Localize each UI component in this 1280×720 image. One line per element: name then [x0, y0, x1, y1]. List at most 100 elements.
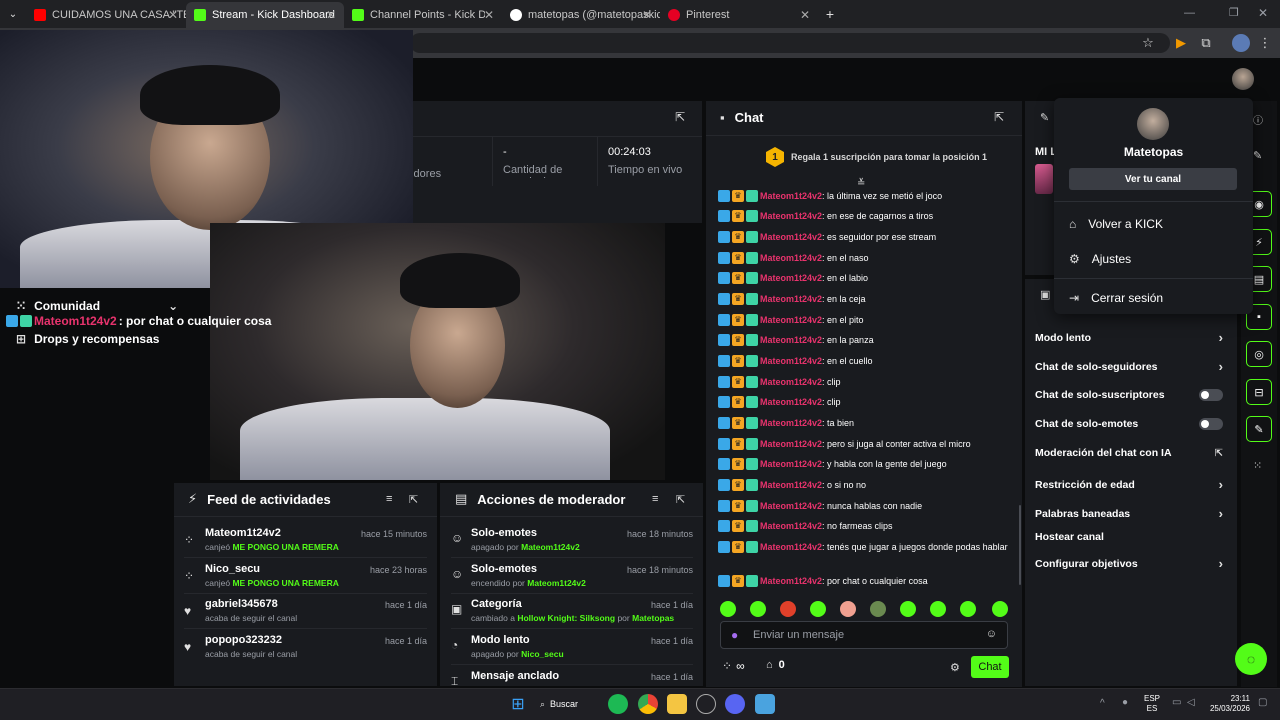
chat-setting-row[interactable]: Chat de solo-emotes [1035, 418, 1223, 430]
chat-message[interactable]: ♛ Mateom1t24v2: clip [718, 376, 1008, 388]
stream-preview[interactable] [210, 223, 665, 480]
menu-item-logout[interactable]: ⇥ Cerrar sesión [1069, 291, 1163, 305]
maximize-button[interactable]: ❐ [1229, 6, 1239, 19]
extensions-icon[interactable]: ⧉ [1197, 34, 1215, 52]
mod-action-extra[interactable]: Matetopas [632, 613, 674, 623]
browser-tab[interactable]: Channel Points - Kick Dashboar ✕ [344, 4, 502, 26]
gear-icon[interactable]: ⚙ [950, 661, 960, 674]
emoji-icon[interactable]: ☺ [986, 628, 997, 640]
steam-icon[interactable] [696, 694, 716, 714]
popout-icon[interactable]: ⇱ [675, 110, 685, 124]
chat-username[interactable]: Mateom1t24v2 [760, 211, 822, 221]
filter-icon[interactable]: ≡ [652, 493, 658, 505]
channel-points[interactable]: ⌂ 0 [766, 659, 785, 671]
discord-icon[interactable] [725, 694, 745, 714]
chat-username[interactable]: Mateom1t24v2 [760, 356, 822, 366]
chat-username[interactable]: Mateom1t24v2 [760, 439, 822, 449]
chat-message[interactable]: ♛ Mateom1t24v2: en el cuello [718, 355, 1008, 367]
chat-username[interactable]: Mateom1t24v2 [760, 542, 822, 552]
chat-message[interactable]: ♛ Mateom1t24v2: la última vez se metió el… [718, 190, 1008, 202]
popout-icon[interactable]: ⇱ [676, 493, 685, 506]
chat-setting-row[interactable]: Configurar objetivos › [1035, 556, 1223, 571]
chat-username[interactable]: Mateom1t24v2 [760, 397, 822, 407]
chat-setting-row[interactable]: Chat de solo-suscriptores [1035, 389, 1223, 401]
send-chat-button[interactable]: Chat [971, 656, 1009, 678]
gift-sub-prompt[interactable]: Regala 1 suscripción para tomar la posic… [791, 152, 987, 162]
chat-message[interactable]: ♛ Mateom1t24v2: tenés que jugar a juegos … [718, 541, 1008, 553]
community-tool-icon[interactable]: ⁙ [1253, 459, 1262, 472]
chat-username[interactable]: Mateom1t24v2 [760, 480, 822, 490]
close-icon[interactable]: ✕ [800, 8, 810, 22]
emote-6-icon[interactable] [870, 601, 886, 617]
chat-setting-row[interactable]: Palabras baneadas › [1035, 506, 1223, 521]
community-toggle[interactable]: ⁙ Comunidad ⌄ [16, 299, 178, 313]
url-input[interactable] [410, 33, 1170, 53]
new-tab-button[interactable]: + [822, 6, 838, 22]
browser-menu-icon[interactable]: ⋮ [1256, 34, 1274, 52]
edit-icon[interactable]: ✎ [1253, 149, 1262, 162]
chat-message[interactable]: ♛ Mateom1t24v2: en ese de cagarnos a tiro… [718, 210, 1008, 222]
emote-5-icon[interactable] [840, 601, 856, 617]
chat-setting-row[interactable]: Modo lento › [1035, 330, 1223, 345]
browser-profile-avatar[interactable] [1232, 34, 1250, 52]
chat-message[interactable]: ♛ Mateom1t24v2: y habla con la gente del … [718, 458, 1008, 470]
menu-item-back-to-kick[interactable]: ⌂ Volver a KICK [1069, 217, 1163, 231]
taskbar-search[interactable]: ⌕ Buscar [540, 694, 596, 714]
broadcast-tool-button[interactable]: ◎ [1246, 341, 1272, 367]
pinned-collapse-icon[interactable]: ≚ [857, 178, 865, 189]
tab-search-icon[interactable]: ⌄ [6, 7, 20, 21]
chat-message[interactable]: ♛ Mateom1t24v2: es seguidor por ese strea… [718, 231, 1008, 243]
chat-message[interactable]: ♛ Mateom1t24v2: en la ceja [718, 293, 1008, 305]
extension-play-icon[interactable]: ▶ [1172, 34, 1190, 52]
chat-username[interactable]: Mateom1t24v2 [760, 418, 822, 428]
emote-8-icon[interactable] [930, 601, 946, 617]
spotify-icon[interactable] [608, 694, 628, 714]
close-icon[interactable]: ✕ [642, 8, 652, 22]
browser-tab[interactable]: matetopas (@matetopaskick) | ✕ [502, 4, 660, 26]
chat-username[interactable]: Mateom1t24v2 [760, 377, 822, 387]
language-indicator[interactable]: ESP ES [1144, 694, 1160, 714]
window-close-button[interactable]: ✕ [1258, 6, 1268, 20]
chat-setting-row[interactable]: Restricción de edad › [1035, 477, 1223, 492]
toggle-switch[interactable] [1199, 418, 1223, 430]
browser-tab[interactable]: Pinterest ✕ [660, 4, 818, 26]
app-window-icon[interactable] [755, 694, 775, 714]
windows-start-icon[interactable]: ⊞ [508, 694, 528, 714]
chat-username[interactable]: Mateom1t24v2 [760, 576, 822, 586]
browser-tab[interactable]: CUIDAMOS UNA CASA "TERMI ✕ [26, 4, 186, 26]
browser-tab-active[interactable]: Stream - Kick Dashboard ✕ [186, 2, 344, 28]
chat-message[interactable]: ♛ Mateom1t24v2: o si no no [718, 479, 1008, 491]
microphone-icon[interactable]: ● [731, 628, 738, 642]
minimize-button[interactable]: — [1184, 7, 1195, 19]
close-icon[interactable]: ✕ [168, 8, 178, 22]
chat-username[interactable]: Mateom1t24v2 [760, 315, 822, 325]
chat-username[interactable]: Mateom1t24v2 [760, 459, 822, 469]
file-explorer-icon[interactable] [667, 694, 687, 714]
toggle-switch[interactable] [1199, 389, 1223, 401]
close-icon[interactable]: ✕ [484, 8, 494, 22]
chat-scrollbar[interactable] [1019, 505, 1021, 585]
chat-message[interactable]: ♛ Mateom1t24v2: nunca hablas con nadie [718, 500, 1008, 512]
emote-9-icon[interactable] [960, 601, 976, 617]
chat-message[interactable]: ♛ Mateom1t24v2: por chat o cualquier cosa [718, 575, 1008, 587]
chat-input[interactable]: ● Enviar un mensaje ☺ [720, 621, 1008, 649]
emote-7-icon[interactable] [900, 601, 916, 617]
chat-username[interactable]: Mateom1t24v2 [760, 335, 822, 345]
chat-username[interactable]: Mateom1t24v2 [760, 253, 822, 263]
mod-action-highlight[interactable]: Mateom1t24v2 [527, 578, 586, 588]
emote-2-icon[interactable] [750, 601, 766, 617]
chat-message[interactable]: ♛ Mateom1t24v2: clip [718, 396, 1008, 408]
view-channel-button[interactable]: Ver tu canal [1069, 168, 1237, 190]
emote-3-icon[interactable] [780, 601, 796, 617]
close-icon[interactable]: ✕ [326, 8, 336, 22]
activity-feed-item[interactable]: popopo323232 acaba de seguir el canal hac… [205, 634, 427, 670]
chat-setting-row[interactable]: Hostear canal [1035, 531, 1223, 543]
chat-message[interactable]: ♛ Mateom1t24v2: en el pito [718, 314, 1008, 326]
tray-chevron-icon[interactable]: ^ [1100, 698, 1105, 709]
popout-icon[interactable]: ⇱ [409, 493, 418, 506]
info-icon[interactable]: ⓘ [1253, 112, 1263, 127]
help-button[interactable]: ◌ [1235, 643, 1267, 675]
chat-setting-row[interactable]: Chat de solo-seguidores › [1035, 359, 1223, 374]
chat-message[interactable]: ♛ Mateom1t24v2: en el naso [718, 252, 1008, 264]
mod-action-highlight[interactable]: Mateom1t24v2 [521, 542, 580, 552]
